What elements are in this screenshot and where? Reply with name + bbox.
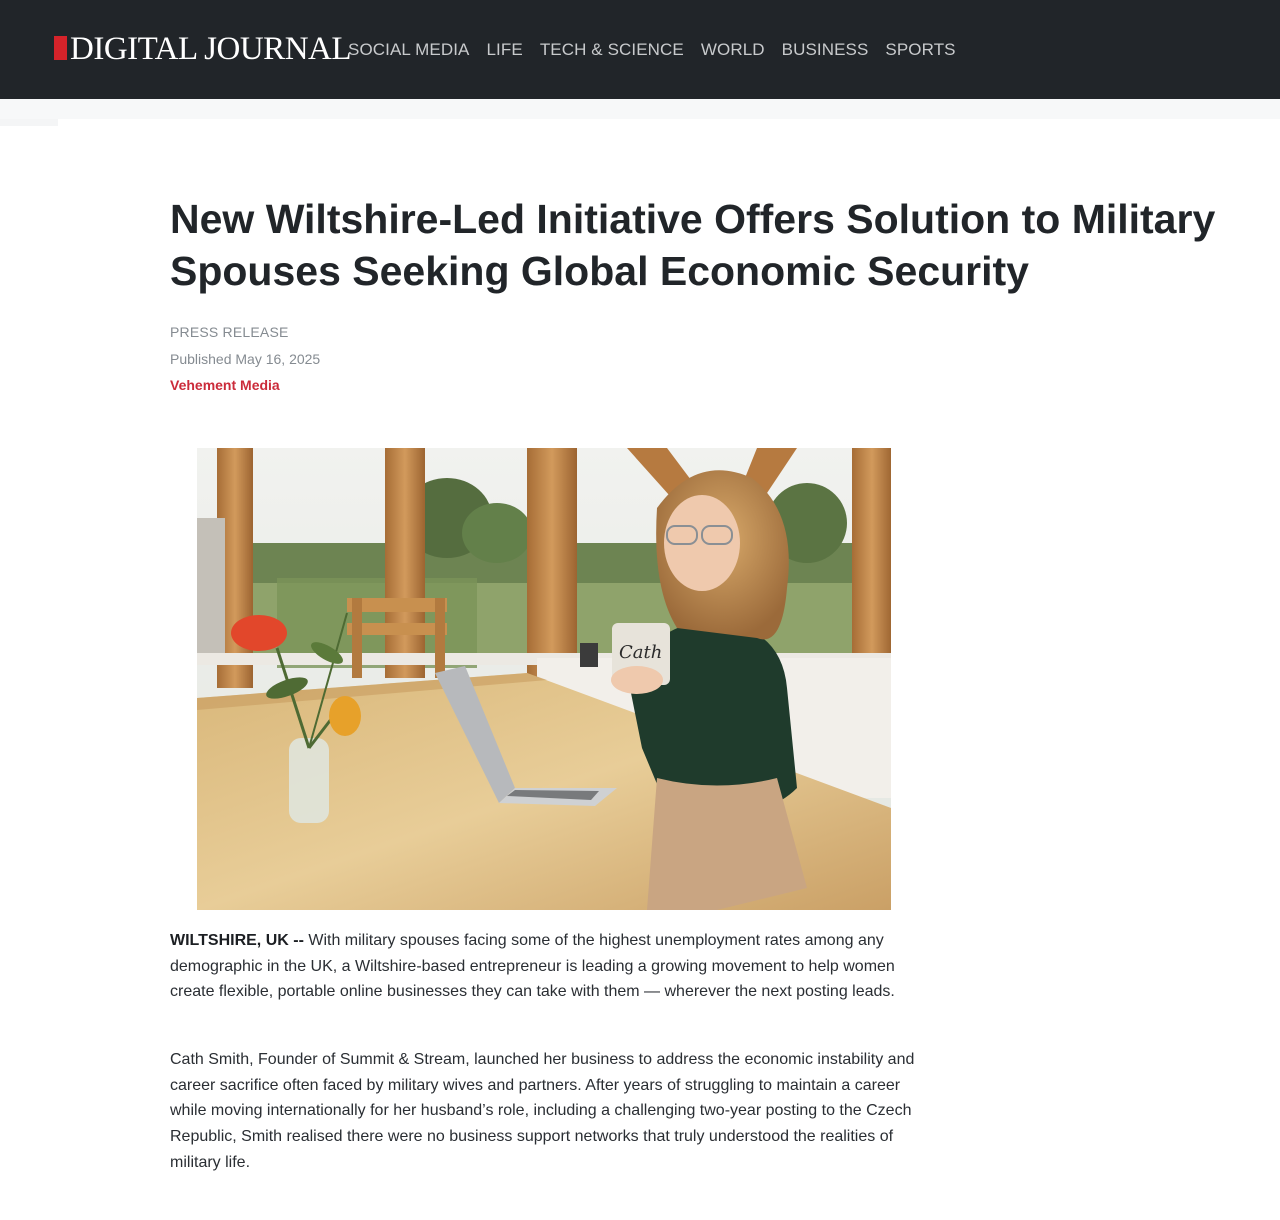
nav-item-tech-science[interactable]: TECH & SCIENCE <box>540 38 684 62</box>
dateline: WILTSHIRE, UK -- <box>170 932 304 949</box>
main-nav: SOCIAL MEDIA LIFE TECH & SCIENCE WORLD B… <box>348 38 973 62</box>
nav-item-social-media[interactable]: SOCIAL MEDIA <box>348 38 470 62</box>
article-paragraph-1: WILTSHIRE, UK -- With military spouses f… <box>170 928 915 1005</box>
article-kind: PRESS RELEASE <box>170 324 289 340</box>
logo-mark <box>54 36 67 60</box>
header-subbar <box>0 99 1280 119</box>
site-logo[interactable]: DIGITAL JOURNAL <box>54 31 352 67</box>
logo-text: DIGITAL JOURNAL <box>70 31 352 67</box>
site-header: DIGITAL JOURNAL SOCIAL MEDIA LIFE TECH &… <box>0 0 1280 99</box>
nav-item-life[interactable]: LIFE <box>487 38 523 62</box>
author-link[interactable]: Vehement Media <box>170 377 280 393</box>
article-title: New Wiltshire-Led Initiative Offers Solu… <box>170 196 1216 294</box>
hero-image: Cath <box>197 448 891 910</box>
nav-item-business[interactable]: BUSINESS <box>782 38 869 62</box>
published-date: Published May 16, 2025 <box>170 351 321 367</box>
subbar-notch <box>0 119 58 126</box>
mug-text: Cath <box>619 642 662 663</box>
nav-item-world[interactable]: WORLD <box>701 38 765 62</box>
article-paragraph-2: Cath Smith, Founder of Summit & Stream, … <box>170 1051 915 1171</box>
nav-item-sports[interactable]: SPORTS <box>885 38 955 62</box>
